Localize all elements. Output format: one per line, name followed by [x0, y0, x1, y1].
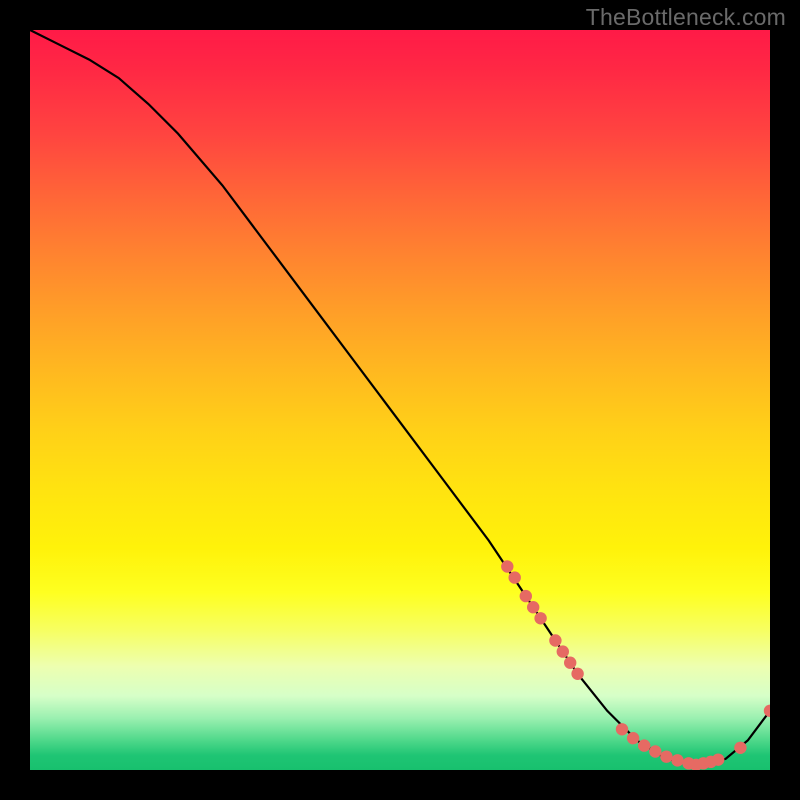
data-point [571, 668, 583, 680]
data-point [509, 571, 521, 583]
data-point [564, 657, 576, 669]
plot-area [30, 30, 770, 770]
data-point [649, 745, 661, 757]
data-point [671, 754, 683, 766]
bottleneck-curve-line [30, 30, 770, 765]
data-point [534, 612, 546, 624]
data-points-group [501, 560, 770, 770]
data-point [764, 705, 770, 717]
data-point [660, 750, 672, 762]
data-point [520, 590, 532, 602]
chart-svg [30, 30, 770, 770]
data-point [501, 560, 513, 572]
data-point [734, 742, 746, 754]
data-point [712, 753, 724, 765]
data-point [627, 732, 639, 744]
data-point [527, 601, 539, 613]
data-point [549, 634, 561, 646]
watermark-text: TheBottleneck.com [586, 4, 786, 31]
chart-frame: TheBottleneck.com [0, 0, 800, 800]
data-point [557, 645, 569, 657]
data-point [638, 739, 650, 751]
data-point [616, 723, 628, 735]
